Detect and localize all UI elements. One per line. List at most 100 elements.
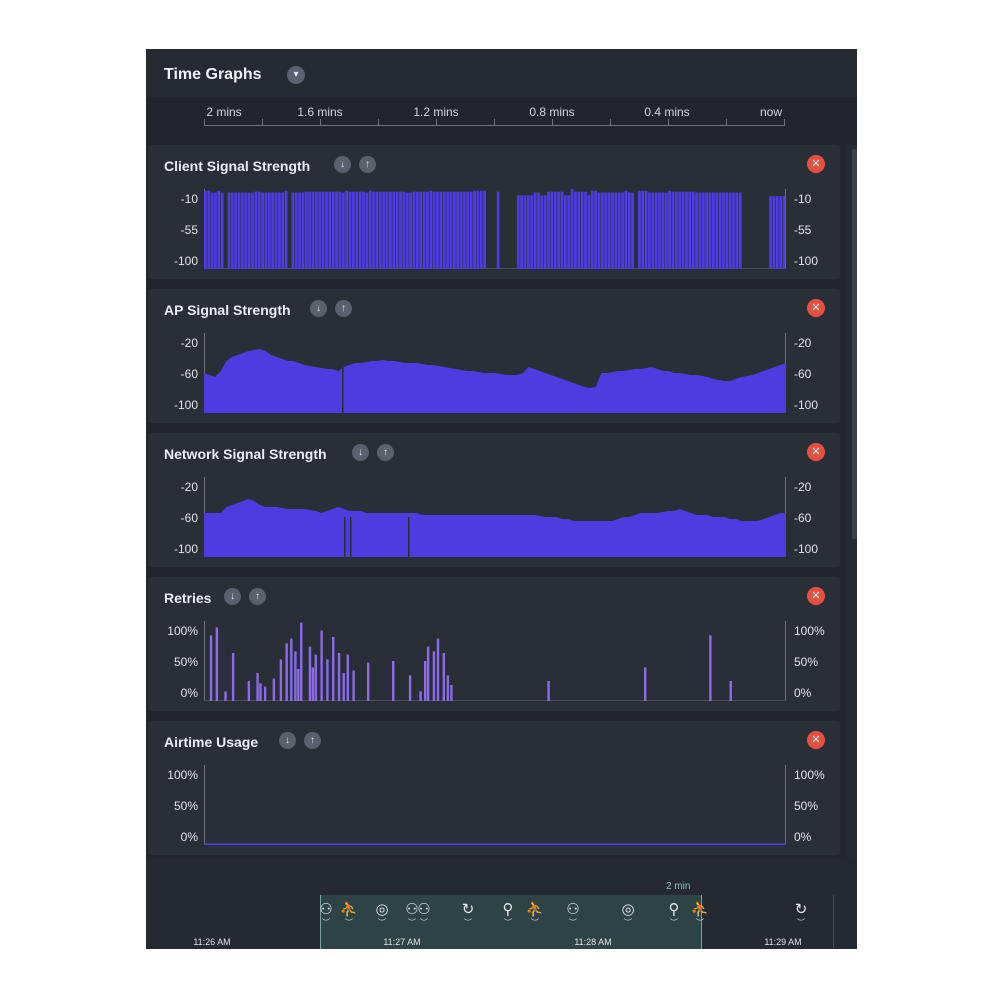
signal-bar bbox=[718, 192, 722, 269]
timeline-event[interactable]: ↻ ︶ bbox=[790, 901, 812, 927]
chevron-down-icon: ︶ bbox=[345, 918, 353, 927]
signal-gap bbox=[408, 517, 410, 557]
chevron-down-icon: ︶ bbox=[504, 918, 512, 927]
signal-bar bbox=[426, 191, 429, 269]
panel-title: Client Signal Strength bbox=[164, 158, 311, 174]
signal-bar bbox=[621, 192, 624, 269]
signal-bar bbox=[399, 191, 402, 269]
arrow-down-icon[interactable]: ↓ bbox=[224, 588, 241, 605]
signal-bar bbox=[402, 191, 406, 269]
signal-bar bbox=[722, 192, 725, 269]
running-icon: ⛹ bbox=[339, 901, 359, 918]
chevron-down-icon: ︶ bbox=[569, 918, 577, 927]
arrow-up-icon[interactable]: ↑ bbox=[359, 156, 376, 173]
running-icon: ⛹ bbox=[690, 901, 710, 918]
timeline-event[interactable]: ◎ ︶ bbox=[371, 901, 393, 927]
arrow-up-icon[interactable]: ↑ bbox=[249, 588, 266, 605]
timeline-event[interactable]: ⚇ ︶ bbox=[413, 901, 435, 927]
retry-bar bbox=[342, 673, 345, 701]
retry-bar bbox=[709, 635, 712, 701]
signal-bar bbox=[648, 192, 651, 269]
signal-bar bbox=[463, 191, 466, 269]
timeline-event[interactable]: ◎ ︶ bbox=[617, 901, 639, 927]
signal-bar bbox=[523, 195, 527, 269]
retry-bar bbox=[391, 661, 395, 701]
signal-bar bbox=[631, 192, 635, 269]
arrow-down-icon[interactable]: ↓ bbox=[279, 732, 296, 749]
timeline-event[interactable]: ⚇ ︶ bbox=[315, 901, 337, 927]
time-label: 11:27 AM bbox=[383, 937, 421, 947]
arrow-down-icon[interactable]: ↓ bbox=[334, 156, 351, 173]
signal-bar bbox=[254, 191, 258, 269]
close-icon[interactable]: ✕ bbox=[807, 731, 825, 749]
arrow-up-icon[interactable]: ↑ bbox=[377, 444, 394, 461]
signal-icon: ◎ bbox=[375, 901, 389, 918]
signal-bar bbox=[516, 195, 520, 269]
time-graphs-window: Time Graphs ▾ 2 mins 1.6 mins 1.2 mins 0.8 … bbox=[146, 49, 857, 949]
time-axis-label: 2 mins bbox=[206, 105, 242, 119]
retry-bar bbox=[450, 685, 453, 701]
signal-bar bbox=[779, 196, 783, 269]
retry-bar bbox=[436, 638, 440, 701]
signal-bar bbox=[382, 191, 386, 269]
scrollbar-thumb[interactable] bbox=[852, 149, 857, 539]
signal-bar bbox=[439, 191, 443, 269]
signal-bar bbox=[661, 192, 665, 269]
arrow-up-icon[interactable]: ↑ bbox=[304, 732, 321, 749]
arrow-down-icon[interactable]: ↓ bbox=[310, 300, 327, 317]
retry-bar bbox=[263, 686, 267, 701]
signal-bar bbox=[664, 192, 668, 269]
y-tick-right-bottom: -100 bbox=[794, 254, 819, 268]
time-axis-tick bbox=[262, 119, 263, 126]
y-tick-left-bottom: -100 bbox=[173, 542, 198, 556]
signal-bar bbox=[341, 192, 345, 269]
y-tick-right-mid: 50% bbox=[794, 799, 819, 813]
timeline-event[interactable]: ⚇ ︶ bbox=[562, 901, 584, 927]
arrow-up-icon[interactable]: ↑ bbox=[335, 300, 352, 317]
collapse-chevron-icon[interactable]: ▾ bbox=[287, 66, 305, 84]
signal-bar bbox=[611, 192, 614, 269]
signal-bar bbox=[251, 192, 254, 269]
close-icon[interactable]: ✕ bbox=[807, 443, 825, 461]
signal-bar bbox=[691, 191, 695, 269]
retry-bar bbox=[311, 667, 315, 701]
timeline-event[interactable]: ⚲ ︶ bbox=[497, 901, 519, 927]
close-icon[interactable]: ✕ bbox=[807, 587, 825, 605]
signal-bar bbox=[725, 192, 729, 269]
panel-network-signal-strength: Network Signal Strength ↓ ↑ ✕ -20 -60 -1… bbox=[148, 433, 840, 567]
y-tick-right-top: -20 bbox=[794, 480, 812, 494]
signal-bar bbox=[318, 191, 322, 269]
time-axis-tick bbox=[784, 119, 785, 126]
signal-bar bbox=[520, 195, 523, 269]
y-tick-left-top: -20 bbox=[180, 336, 198, 350]
zoom-icon: ⚲ bbox=[502, 901, 514, 918]
signal-bar bbox=[271, 192, 275, 269]
signal-bar bbox=[530, 195, 534, 269]
signal-bar bbox=[298, 192, 301, 269]
signal-bar bbox=[738, 192, 742, 269]
signal-area bbox=[204, 843, 786, 845]
refresh-icon: ↻ bbox=[794, 901, 808, 918]
signal-bar bbox=[325, 191, 328, 269]
signal-bar bbox=[617, 192, 621, 269]
signal-bar bbox=[769, 196, 772, 269]
timeline-event[interactable]: ⚲ ︶ bbox=[663, 901, 685, 927]
event-timeline: 2 min 11:26 AM 11:27 AM 11:28 AM 11:29 A… bbox=[146, 859, 857, 949]
timeline-event[interactable]: ↻ ︶ bbox=[457, 901, 479, 927]
signal-icon: ◎ bbox=[621, 901, 635, 918]
timeline-now-line bbox=[833, 895, 834, 949]
close-icon[interactable]: ✕ bbox=[807, 155, 825, 173]
close-icon[interactable]: ✕ bbox=[807, 299, 825, 317]
signal-bar bbox=[442, 191, 446, 269]
signal-bar bbox=[537, 192, 540, 269]
timeline-event[interactable]: ⛹ ︶ bbox=[524, 901, 546, 927]
arrow-down-icon[interactable]: ↓ bbox=[352, 444, 369, 461]
timeline-event[interactable]: ⛹ ︶ bbox=[689, 901, 711, 927]
signal-bar bbox=[281, 192, 285, 269]
time-label: 11:28 AM bbox=[574, 937, 612, 947]
roam-icon: ⚇ bbox=[566, 901, 580, 918]
timeline-event[interactable]: ⛹ ︶ bbox=[338, 901, 360, 927]
time-axis-label: 1.2 mins bbox=[413, 105, 459, 119]
signal-bar bbox=[550, 191, 554, 269]
signal-bar bbox=[412, 191, 416, 269]
